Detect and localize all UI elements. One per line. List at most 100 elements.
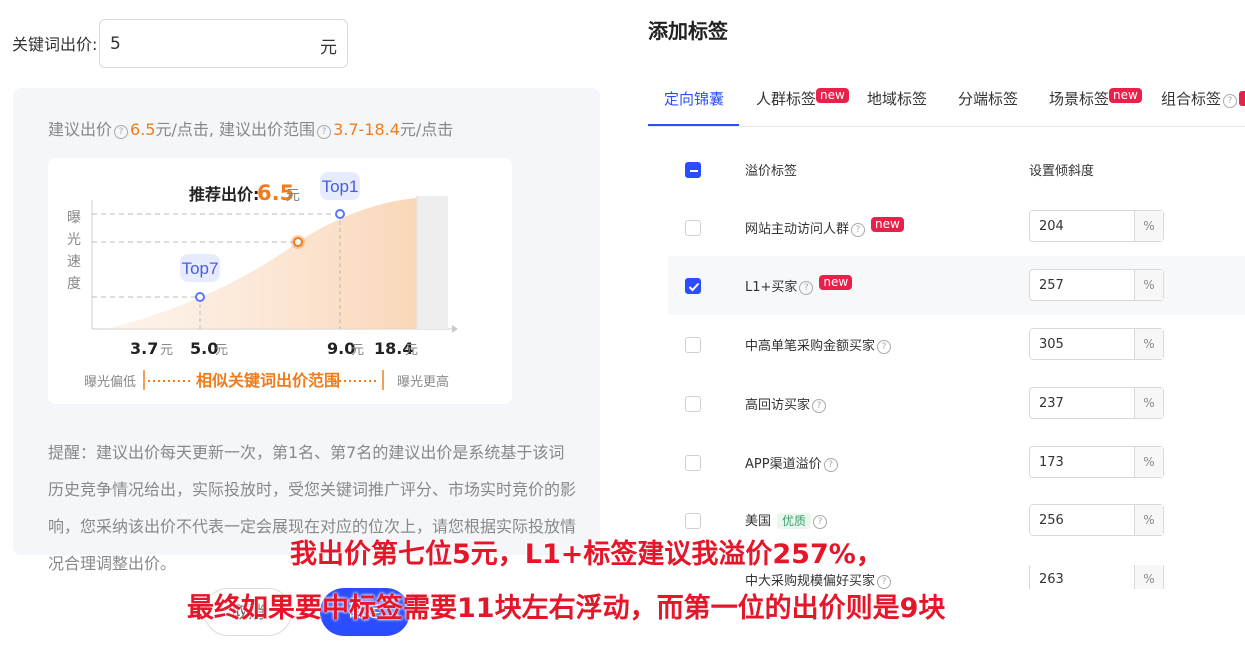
percent-suffix: % — [1134, 447, 1163, 477]
suggest-bid-value: 6.5 — [130, 120, 156, 139]
help-icon[interactable]: ? — [812, 399, 827, 413]
row-checkbox[interactable] — [685, 396, 701, 412]
help-icon[interactable]: ? — [877, 340, 892, 354]
suggest-range-value: 3.7-18.4 — [333, 120, 400, 139]
area-tail — [418, 196, 448, 329]
new-badge: new — [816, 88, 849, 103]
new-badge: new — [819, 275, 853, 290]
tick-unit: 元 — [160, 343, 173, 358]
keyword-bid-unit: 元 — [320, 38, 337, 58]
x-axis-arrow — [452, 325, 458, 333]
table-row-label: 中高单笔采购金额买家? — [745, 335, 893, 354]
slope-input[interactable]: 305% — [1029, 328, 1164, 360]
keyword-bid-value: 5 — [110, 34, 121, 54]
range-label: 相似关键词出价范围 — [196, 371, 340, 390]
annotation-line-1: 我出价第七位5元，L1+标签建议我溢价257%， — [290, 539, 883, 570]
slope-value: 257 — [1039, 278, 1064, 293]
percent-suffix: % — [1134, 505, 1163, 535]
help-icon[interactable]: ? — [813, 515, 828, 529]
help-icon[interactable]: ? — [851, 223, 866, 237]
tick-3.7: 3.7 — [130, 339, 158, 358]
slope-input[interactable]: 173% — [1029, 446, 1164, 478]
tab-audience-tags[interactable]: 人群标签 new — [756, 88, 849, 109]
add-tag-title: 添加标签 — [648, 19, 728, 43]
row-checkbox[interactable] — [685, 513, 701, 529]
tag-name: APP渠道溢价 — [745, 457, 822, 472]
row-checkbox[interactable] — [685, 278, 701, 294]
percent-suffix: % — [1134, 329, 1163, 359]
col-premium-tag: 溢价标签 — [745, 164, 798, 179]
tab-label: 人群标签 — [756, 90, 817, 108]
suggest-range-unit: 元/点击 — [399, 120, 454, 139]
recommend-unit: 元 — [286, 188, 300, 204]
tag-name: L1+买家 — [745, 280, 798, 295]
help-icon[interactable]: ? — [317, 125, 332, 139]
bid-chart: Top1 Top7 推荐出价: 6.5 元 曝 光 速 度 3.7 元 5.0 … — [67, 172, 458, 390]
tick-unit: 元 — [215, 343, 228, 358]
slope-input[interactable]: 204% — [1029, 210, 1164, 242]
slope-value: 237 — [1039, 396, 1064, 411]
keyword-bid-input[interactable]: 5 元 — [99, 19, 348, 68]
row-checkbox[interactable] — [685, 455, 701, 471]
slope-value: 305 — [1039, 337, 1064, 352]
bid-chart-card: Top1 Top7 推荐出价: 6.5 元 曝 光 速 度 3.7 元 5.0 … — [48, 158, 512, 404]
row-checkbox[interactable] — [685, 220, 701, 236]
top1-label: Top1 — [322, 177, 359, 196]
y-label-4: 度 — [67, 276, 81, 292]
annotation-line-2: 最终如果要中标签需要11块左右浮动，而第一位的出价则是9块 — [187, 593, 946, 624]
tag-name: 中高单笔采购金额买家 — [745, 339, 876, 354]
col-slope: 设置倾斜度 — [1029, 164, 1095, 179]
percent-suffix: % — [1134, 211, 1163, 241]
slope-value: 204 — [1039, 219, 1064, 234]
tab-combo-tags[interactable]: 组合标签? — [1161, 88, 1245, 109]
table-row-label: 美国 优质? — [745, 510, 829, 529]
recommend-label: 推荐出价: — [189, 185, 259, 204]
table-row-label: 网站主动访问人群? new — [745, 217, 904, 237]
percent-suffix: % — [1134, 388, 1163, 418]
top1-point — [335, 209, 345, 219]
suggest-bid-unit: 元/点击, — [155, 120, 214, 139]
tab-label: 场景标签 — [1049, 90, 1110, 108]
tab-targeting-tips[interactable]: 定向锦囊 — [664, 88, 724, 109]
high-exposure-label: 曝光更高 — [397, 374, 449, 390]
tab-region-tags[interactable]: 地域标签 — [867, 88, 927, 109]
new-badge-clipped — [1239, 91, 1245, 106]
tab-device-tags[interactable]: 分端标签 — [958, 88, 1018, 109]
help-icon[interactable]: ? — [799, 281, 814, 295]
tag-tabs: 定向锦囊 人群标签 new 地域标签 分端标签 场景标签 new 组合标签? — [648, 88, 1245, 127]
help-icon[interactable]: ? — [114, 125, 129, 139]
table-row-label: L1+买家? new — [745, 275, 853, 295]
quality-badge: 优质 — [777, 513, 812, 529]
area-edge — [416, 196, 418, 329]
active-tab-indicator — [648, 124, 739, 126]
suggest-range-label: 建议出价范围 — [219, 120, 316, 139]
exposure-area — [106, 198, 416, 329]
slope-value: 263 — [1039, 572, 1064, 587]
slope-input[interactable]: 237% — [1029, 387, 1164, 419]
tag-name: 高回访买家 — [745, 398, 811, 413]
slope-value: 173 — [1039, 455, 1064, 470]
slope-input[interactable]: 257% — [1029, 269, 1164, 301]
table-row-label: 高回访买家? — [745, 394, 828, 413]
percent-suffix: % — [1134, 565, 1163, 589]
tab-label: 组合标签 — [1161, 90, 1222, 108]
tab-scene-tags[interactable]: 场景标签 new — [1049, 88, 1142, 109]
tag-name: 网站主动访问人群 — [745, 222, 850, 237]
y-label-1: 曝 — [67, 210, 81, 226]
help-icon[interactable]: ? — [823, 458, 838, 472]
tick-unit: 元 — [351, 343, 364, 358]
slope-value: 256 — [1039, 513, 1064, 528]
help-icon[interactable]: ? — [1223, 94, 1238, 108]
slope-input[interactable]: 256% — [1029, 504, 1164, 536]
top7-point — [195, 292, 205, 302]
recommend-point — [293, 237, 303, 247]
suggest-bid-label: 建议出价 — [48, 120, 113, 139]
row-checkbox[interactable] — [685, 337, 701, 353]
low-exposure-label: 曝光偏低 — [84, 375, 136, 390]
select-all-checkbox[interactable] — [685, 162, 701, 178]
y-label-2: 光 — [67, 232, 81, 248]
keyword-bid-label: 关键词出价: — [12, 35, 98, 54]
top7-label: Top7 — [182, 259, 219, 278]
tab-label: 地域标签 — [867, 90, 928, 108]
slope-input[interactable]: 263% — [1029, 565, 1164, 589]
